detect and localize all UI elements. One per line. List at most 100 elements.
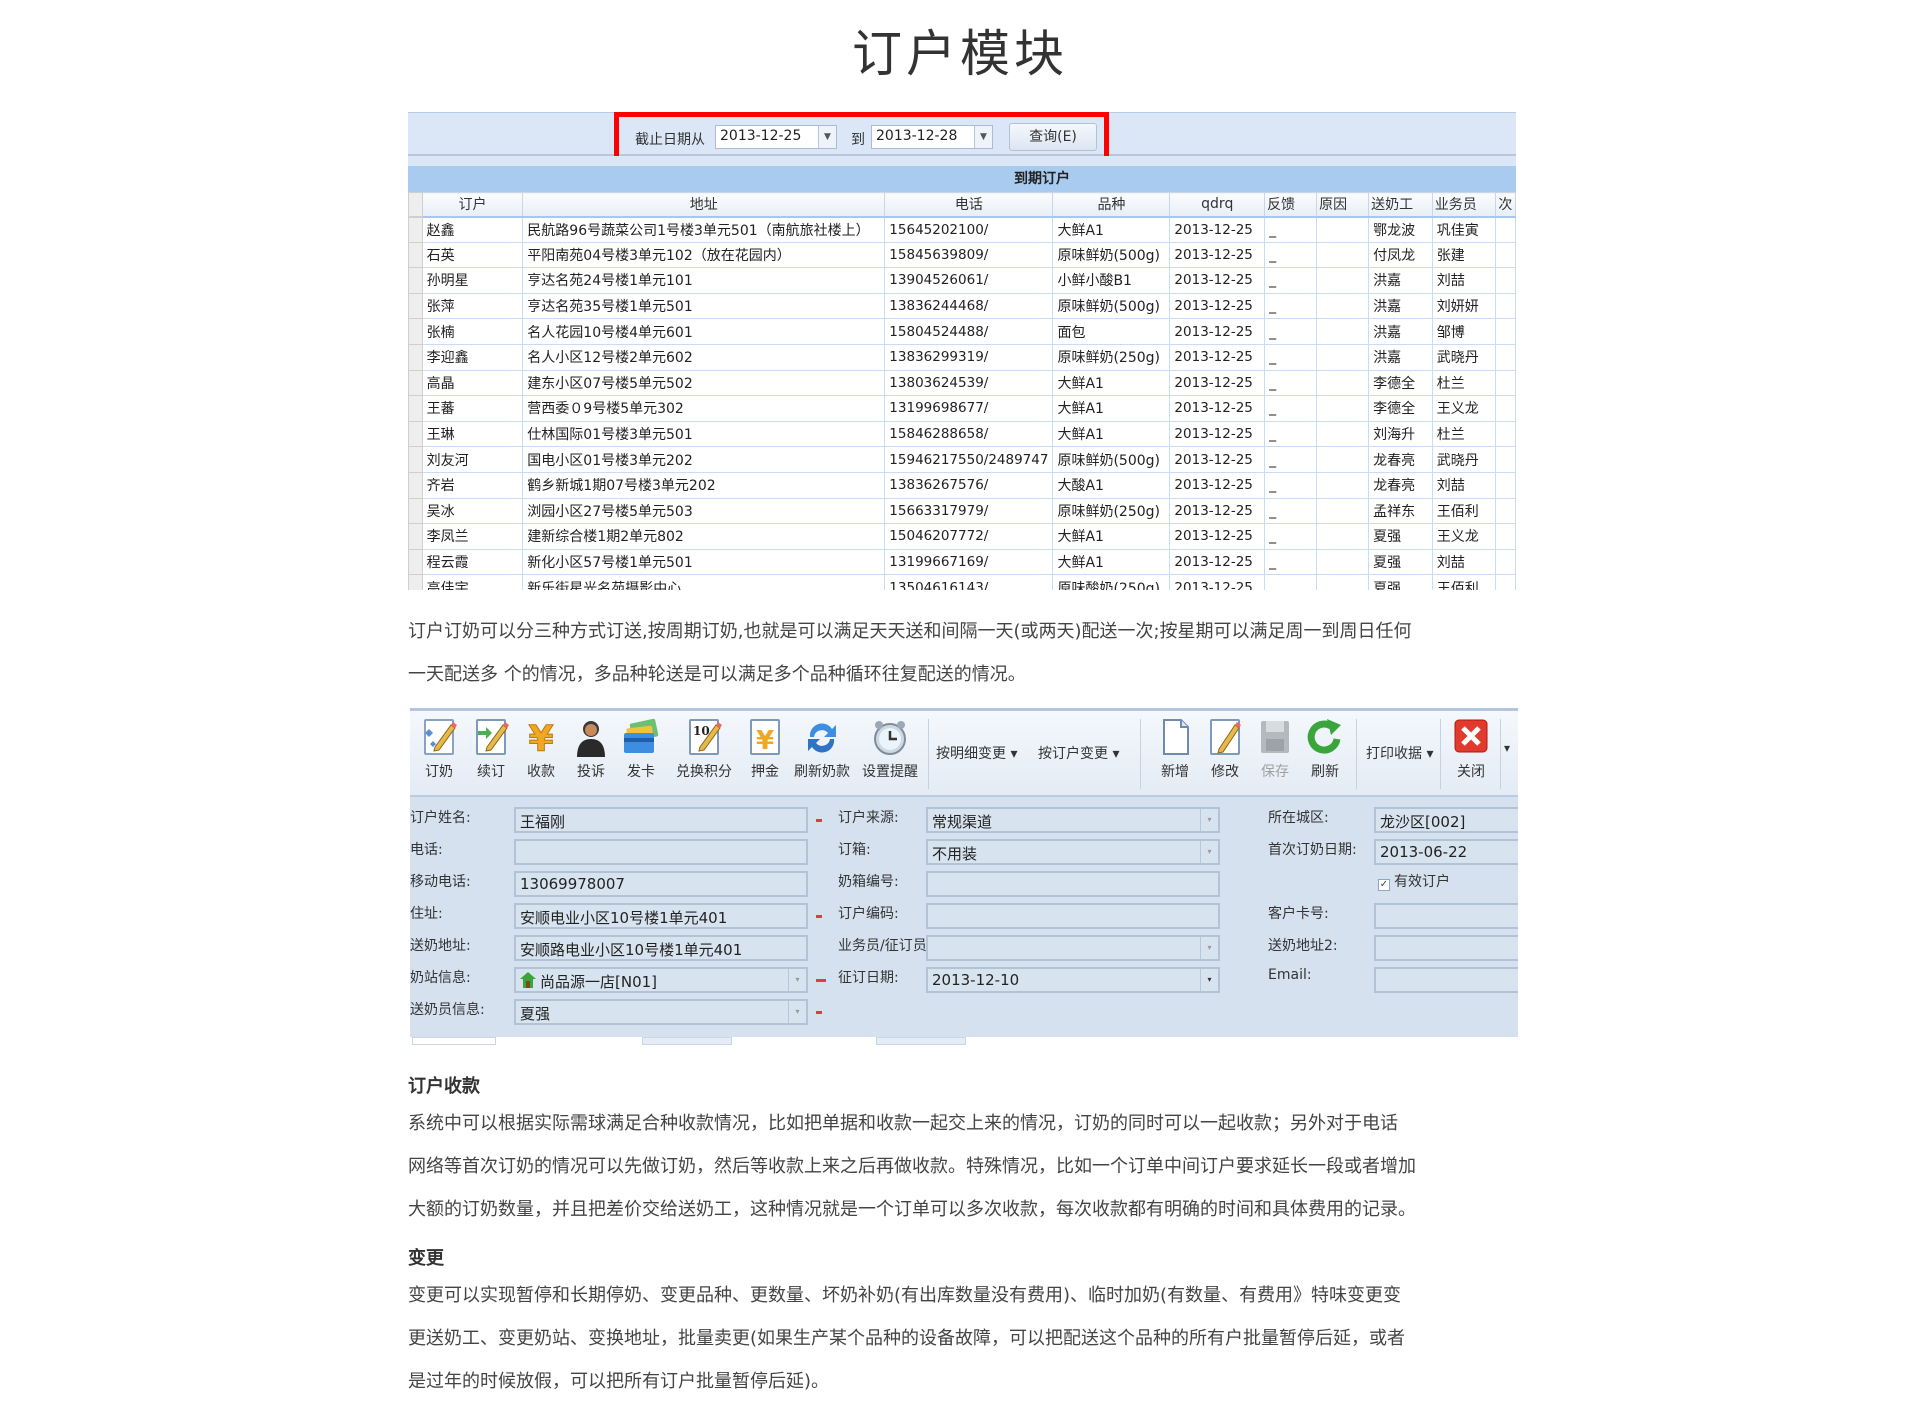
phone-input[interactable] [514, 839, 808, 865]
close-button[interactable]: 关闭 [1446, 717, 1496, 781]
table-row[interactable]: 王蕃 营西委０9号楼5单元302 13199698677/大鲜A1 2013-12-2… [408, 395, 1516, 422]
table-row[interactable]: 高佳宇 新乐街星光名苑摄影中心 13504616143/原味酸奶(250g) 2013… [408, 574, 1516, 590]
column-header[interactable]: 原因 [1316, 192, 1370, 218]
row-header[interactable] [408, 241, 423, 269]
delivery-address2-input[interactable] [1374, 935, 1518, 961]
change-by-subscriber-menu[interactable]: 按订户变更 ▾ [1038, 743, 1119, 763]
date-cell: 2013-12-25 [1169, 267, 1266, 294]
salesman-cell: 王佰利 [1431, 574, 1497, 590]
table-row[interactable]: 石英 平阳南苑04号楼3单元102（放在花园内） 15845639809/原味鲜奶(… [408, 241, 1516, 269]
row-header[interactable] [408, 369, 423, 397]
table-row[interactable]: 吴冰 浏园小区27号楼5单元503 15663317979/原味鲜奶(250g) 20… [408, 497, 1516, 525]
table-row[interactable]: 李凤兰 建新综合楼1期2单元802 15046207772/大鲜A1 2013-12-… [408, 523, 1516, 550]
subscription-date-input[interactable]: 2013-12-10 ▾ [926, 967, 1220, 993]
refresh-button[interactable]: 刷新 [1300, 717, 1350, 781]
customer-card-input[interactable] [1374, 903, 1518, 929]
source-select[interactable]: 常规渠道 ▾ [926, 807, 1220, 833]
row-header[interactable] [408, 292, 423, 320]
column-header[interactable]: 品种 [1052, 192, 1171, 218]
column-header[interactable]: 业务员 [1431, 192, 1497, 218]
row-header[interactable] [408, 548, 423, 576]
salesman-select[interactable]: ▾ [926, 935, 1220, 961]
edit-button[interactable]: 修改 [1200, 717, 1250, 781]
table-row[interactable]: 齐岩 鹤乡新城1期07号楼3单元202 13836267576/大酸A1 2013-1… [408, 471, 1516, 499]
column-header[interactable]: 订户 [421, 192, 524, 218]
chevron-down-icon[interactable]: ▾ [1200, 809, 1218, 831]
date-to-input[interactable]: 2013-12-28 ▼ [871, 125, 993, 149]
reason-cell [1316, 497, 1370, 525]
chevron-down-icon[interactable]: ▾ [1200, 937, 1218, 959]
tab[interactable] [412, 1037, 496, 1045]
tab[interactable] [876, 1037, 966, 1045]
table-row[interactable]: 高晶 建东小区07号楼5单元502 13803624539/大鲜A1 2013-12-… [408, 369, 1516, 397]
table-row[interactable]: 李迎鑫 名人小区12号楼2单元602 13836299319/原味鲜奶(250g) 2… [408, 343, 1516, 371]
chevron-down-icon[interactable]: ▾ [788, 969, 806, 991]
query-button[interactable]: 查询(E) [1009, 123, 1097, 151]
column-header[interactable]: 反馈 [1264, 192, 1318, 218]
box-number-input[interactable] [926, 871, 1220, 897]
checkbox-check-icon[interactable]: ✓ [1378, 879, 1390, 891]
row-header[interactable] [408, 523, 423, 550]
station-select[interactable]: 尚品源一店[N01] ▾ [514, 967, 808, 993]
first-order-date-input[interactable]: 2013-06-22 [1374, 839, 1518, 865]
district-input[interactable]: 龙沙区[002] [1374, 807, 1518, 833]
address-cell: 亨达名苑35号楼1单元501 [522, 292, 886, 320]
subscriber-code-input[interactable] [926, 903, 1220, 929]
chevron-down-icon[interactable]: ▾ [1200, 841, 1218, 863]
row-header[interactable] [408, 216, 423, 243]
print-receipt-menu[interactable]: 打印收据 ▾ [1366, 743, 1433, 763]
column-header[interactable]: 次 [1495, 192, 1516, 218]
box-select[interactable]: 不用装 ▾ [926, 839, 1220, 865]
refresh-payment-button[interactable]: 刷新奶款 [790, 717, 854, 781]
toolbar-overflow-button[interactable]: ▾ [1504, 741, 1510, 755]
column-header[interactable]: 送奶工 [1368, 192, 1433, 218]
email-input[interactable] [1374, 967, 1518, 993]
table-row[interactable]: 王琳 仕林国际01号楼3单元501 15846288658/大鲜A1 2013-12-… [408, 420, 1516, 448]
subscriber-cell: 高晶 [421, 369, 524, 397]
issue-card-button[interactable]: 发卡 [616, 717, 666, 781]
table-row[interactable]: 张萍 亨达名苑35号楼1单元501 13836244468/原味鲜奶(500g) 20… [408, 292, 1516, 320]
complaint-button[interactable]: 投诉 [566, 717, 616, 781]
table-row[interactable]: 赵鑫 民航路96号蔬菜公司1号楼3单元501（南航旅社楼上） 15645202100… [408, 216, 1516, 243]
courier-select[interactable]: 夏强 ▾ [514, 999, 808, 1025]
name-input[interactable]: 王福刚 [514, 807, 808, 833]
valid-subscriber-checkbox[interactable]: ✓ 有效订户 [1378, 871, 1450, 891]
row-header[interactable] [408, 267, 423, 294]
date-from-input[interactable]: 2013-12-25 ▼ [715, 125, 837, 149]
column-header[interactable]: qdrq [1169, 192, 1266, 218]
redeem-points-button[interactable]: 10 兑换积分 [672, 717, 736, 781]
table-cell [1495, 574, 1516, 590]
mobile-input[interactable]: 13069978007 [514, 871, 808, 897]
change-by-detail-menu[interactable]: 按明细变更 ▾ [936, 743, 1017, 763]
delivery-address-input[interactable]: 安顺路电业小区10号楼1单元401 [514, 935, 808, 961]
chevron-down-icon[interactable]: ▼ [974, 126, 992, 148]
chevron-down-icon[interactable]: ▼ [818, 126, 836, 148]
renew-button[interactable]: 续订 [466, 717, 516, 781]
order-milk-button[interactable]: 订奶 [414, 717, 464, 781]
deposit-button[interactable]: ¥ 押金 [740, 717, 790, 781]
table-row[interactable]: 刘友河 国电小区01号楼3单元202 15946217550/2489747 原味鲜奶… [408, 446, 1516, 473]
table-row[interactable]: 程云霞 新化小区57号楼1单元501 13199667169/大鲜A1 2013-12… [408, 548, 1516, 576]
row-header[interactable] [408, 574, 423, 590]
chevron-down-icon[interactable]: ▾ [788, 1001, 806, 1023]
row-header[interactable] [408, 343, 423, 371]
payment-button[interactable]: ¥ 收款 [516, 717, 566, 781]
address-input[interactable]: 安顺电业小区10号楼1单元401 [514, 903, 808, 929]
chevron-down-icon[interactable]: ▾ [1200, 969, 1218, 991]
tab[interactable] [642, 1037, 732, 1045]
row-header[interactable] [408, 497, 423, 525]
row-header[interactable] [408, 395, 423, 422]
table-row[interactable]: 张楠 名人花园10号楼4单元601 15804524488/面包 2013-12-25… [408, 318, 1516, 345]
row-header[interactable] [408, 471, 423, 499]
address-cell: 建新综合楼1期2单元802 [522, 523, 886, 550]
row-header[interactable] [408, 420, 423, 448]
column-header[interactable]: 地址 [522, 192, 886, 218]
button-label: 刷新 [1311, 764, 1339, 780]
table-row[interactable]: 孙明星 亨达名苑24号楼1单元101 13904526061/小鲜小酸B1 2013-… [408, 267, 1516, 294]
new-button[interactable]: 新增 [1150, 717, 1200, 781]
row-header[interactable] [408, 446, 423, 473]
set-reminder-button[interactable]: 设置提醒 [858, 717, 922, 781]
save-button[interactable]: 保存 [1250, 717, 1300, 781]
column-header[interactable]: 电话 [884, 192, 1054, 218]
row-header[interactable] [408, 318, 423, 345]
